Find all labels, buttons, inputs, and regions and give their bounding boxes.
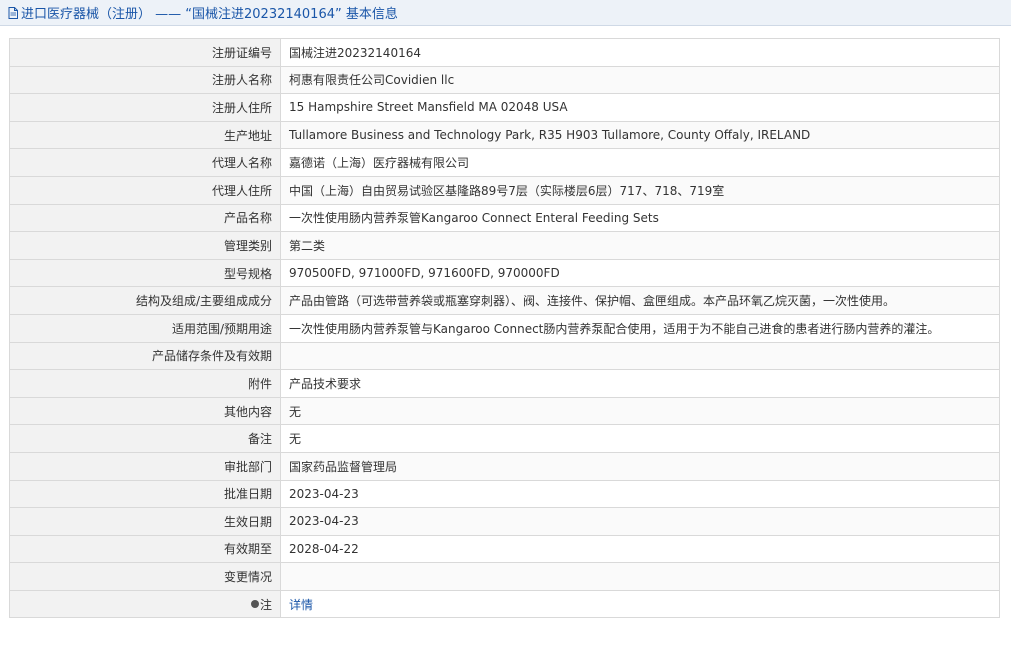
field-label: 批准日期 <box>9 479 281 509</box>
table-row: 产品名称 一次性使用肠内营养泵管Kangaroo Connect Enteral … <box>9 203 1000 233</box>
field-label: 产品储存条件及有效期 <box>9 341 281 371</box>
table-row: 代理人名称 嘉德诺（上海）医疗器械有限公司 <box>9 148 1000 177</box>
table-row: 审批部门 国家药品监督管理局 <box>9 451 1000 481</box>
table-row: 管理类别 第二类 <box>9 231 1000 260</box>
field-value: 中国（上海）自由贸易试验区基隆路89号7层（实际楼层6层）717、718、719… <box>280 175 1000 205</box>
page-header: 进口医疗器械（注册） —— “国械注进20232140164” 基本信息 <box>0 0 1011 26</box>
field-label: 附件 <box>9 369 281 398</box>
info-table-body: 注册证编号 国械注进20232140164 注册人名称 柯惠有限责任公司Covidie… <box>9 38 1000 619</box>
field-label: 备注 <box>9 424 281 453</box>
table-row: 产品储存条件及有效期 <box>9 341 1000 371</box>
details-link[interactable]: 详情 <box>289 598 313 612</box>
table-row: 注册人名称 柯惠有限责任公司Covidien llc <box>9 65 1000 95</box>
field-label: 产品名称 <box>9 203 281 233</box>
field-value: 15 Hampshire Street Mansfield MA 02048 U… <box>280 93 1000 122</box>
field-label: 适用范围/预期用途 <box>9 313 281 343</box>
table-row-note: 注 详情 <box>9 589 1000 619</box>
field-value: 2023-04-23 <box>280 507 1000 536</box>
field-label: 注册人名称 <box>9 65 281 95</box>
table-row: 附件 产品技术要求 <box>9 369 1000 398</box>
field-value: 产品技术要求 <box>280 369 1000 398</box>
field-value: 一次性使用肠内营养泵管Kangaroo Connect Enteral Feed… <box>280 203 1000 233</box>
note-value-cell: 详情 <box>280 589 1000 619</box>
field-label: 生产地址 <box>9 120 281 150</box>
table-row: 注册证编号 国械注进20232140164 <box>9 38 1000 67</box>
table-row: 结构及组成/主要组成成分 产品由管路（可选带营养袋或瓶塞穿刺器）、阀、连接件、保护… <box>9 286 1000 315</box>
info-table: 注册证编号 国械注进20232140164 注册人名称 柯惠有限责任公司Covidie… <box>9 38 1000 619</box>
table-row: 备注无 <box>9 424 1000 453</box>
table-row: 生产地址 Tullamore Business and Technology Pa… <box>9 120 1000 150</box>
field-label: 代理人住所 <box>9 175 281 205</box>
note-label-cell: 注 <box>9 589 281 619</box>
field-label: 注册证编号 <box>9 38 281 67</box>
field-value: 一次性使用肠内营养泵管与Kangaroo Connect肠内营养泵配合使用，适用… <box>280 313 1000 343</box>
page-title: 进口医疗器械（注册） —— “国械注进20232140164” 基本信息 <box>21 7 398 22</box>
field-value: 第二类 <box>280 231 1000 260</box>
table-row: 批准日期 2023-04-23 <box>9 479 1000 509</box>
field-value: 2028-04-22 <box>280 534 1000 564</box>
field-value: Tullamore Business and Technology Park, … <box>280 120 1000 150</box>
field-value: 2023-04-23 <box>280 479 1000 509</box>
field-label: 型号规格 <box>9 258 281 288</box>
field-value: 柯惠有限责任公司Covidien llc <box>280 65 1000 95</box>
field-label: 结构及组成/主要组成成分 <box>9 286 281 315</box>
field-label: 代理人名称 <box>9 148 281 177</box>
field-value: 产品由管路（可选带营养袋或瓶塞穿刺器）、阀、连接件、保护帽、盒匣组成。本产品环氧… <box>280 286 1000 315</box>
table-row: 生效日期 2023-04-23 <box>9 507 1000 536</box>
document-icon <box>8 6 18 19</box>
table-row: 有效期至 2028-04-22 <box>9 534 1000 564</box>
field-value: 国家药品监督管理局 <box>280 451 1000 481</box>
field-label: 管理类别 <box>9 231 281 260</box>
field-value: 无 <box>280 396 1000 426</box>
field-label: 有效期至 <box>9 534 281 564</box>
field-value <box>280 341 1000 371</box>
table-row: 注册人住所 15 Hampshire Street Mansfield MA 02… <box>9 93 1000 122</box>
field-label: 注册人住所 <box>9 93 281 122</box>
note-label: 注 <box>259 597 272 612</box>
field-label: 生效日期 <box>9 507 281 536</box>
field-label: 其他内容 <box>9 396 281 426</box>
field-value: 无 <box>280 424 1000 453</box>
table-row: 变更情况 <box>9 562 1000 591</box>
field-label: 审批部门 <box>9 451 281 481</box>
field-value: 嘉德诺（上海）医疗器械有限公司 <box>280 148 1000 177</box>
table-row: 型号规格 970500FD, 971000FD, 971600FD, 970000… <box>9 258 1000 288</box>
field-value: 国械注进20232140164 <box>280 38 1000 67</box>
table-row: 适用范围/预期用途 一次性使用肠内营养泵管与Kangaroo Connect肠内营… <box>9 313 1000 343</box>
table-row: 其他内容无 <box>9 396 1000 426</box>
field-value <box>280 562 1000 591</box>
table-row: 代理人住所 中国（上海）自由贸易试验区基隆路89号7层（实际楼层6层）717、71… <box>9 175 1000 205</box>
field-value: 970500FD, 971000FD, 971600FD, 970000FD <box>280 258 1000 288</box>
field-label: 变更情况 <box>9 562 281 591</box>
pin-icon <box>250 600 259 609</box>
